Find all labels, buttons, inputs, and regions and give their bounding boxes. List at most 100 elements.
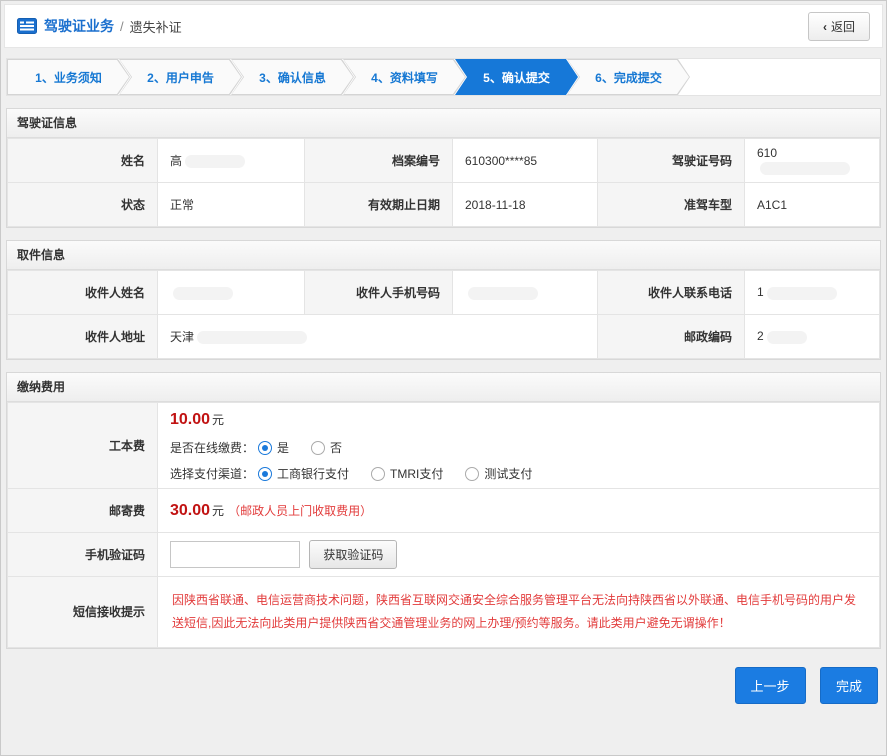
page: 驾驶证业务 / 遗失补证 ‹ 返回 1、业务须知 2、用户申告 3、确认信息 4、… bbox=[0, 0, 887, 756]
value-text: 2018-11-18 bbox=[465, 198, 526, 212]
radio-label: 否 bbox=[330, 439, 342, 456]
sms-notice-text: 因陕西省联通、电信运营商技术问题，陕西省互联网交通安全综合服务管理平台无法向持陕… bbox=[170, 583, 867, 641]
field-label: 收件人联系电话 bbox=[598, 271, 745, 315]
step-user-declare[interactable]: 2、用户申告 bbox=[119, 59, 242, 95]
section-title: 取件信息 bbox=[7, 241, 880, 270]
field-value: 30.00元（邮政人员上门收取费用） bbox=[158, 489, 880, 533]
fees-table: 工本费 10.00元 是否在线缴费： 是 否 选择支付渠道： 工商银行支付 TM… bbox=[7, 402, 880, 648]
field-value: 正常 bbox=[158, 183, 305, 227]
field-value: 高 bbox=[158, 139, 305, 183]
redacted-text bbox=[197, 331, 307, 344]
breadcrumb-separator: / bbox=[120, 19, 124, 34]
value-text: 天津 bbox=[170, 330, 194, 344]
step-label: 1、业务须知 bbox=[8, 60, 129, 94]
step-confirm-info[interactable]: 3、确认信息 bbox=[231, 59, 354, 95]
field-value: 2 bbox=[745, 315, 880, 359]
field-label: 准驾车型 bbox=[598, 183, 745, 227]
radio-online-no[interactable]: 否 bbox=[311, 439, 342, 456]
section-title: 驾驶证信息 bbox=[7, 109, 880, 138]
field-label: 姓名 bbox=[8, 139, 158, 183]
fee-note: （邮政人员上门收取费用） bbox=[228, 504, 372, 518]
table-row: 短信接收提示 因陕西省联通、电信运营商技术问题，陕西省互联网交通安全综合服务管理… bbox=[8, 577, 880, 648]
redacted-text bbox=[185, 155, 245, 168]
finish-button[interactable]: 完成 bbox=[820, 667, 878, 704]
prev-step-button[interactable]: 上一步 bbox=[735, 667, 806, 704]
value-text: 610 bbox=[757, 146, 777, 160]
license-business-icon bbox=[17, 18, 37, 34]
redacted-text bbox=[173, 287, 233, 300]
field-value: 因陕西省联通、电信运营商技术问题，陕西省互联网交通安全综合服务管理平台无法向持陕… bbox=[158, 577, 880, 648]
field-value: A1C1 bbox=[745, 183, 880, 227]
fees-section: 缴纳费用 工本费 10.00元 是否在线缴费： 是 否 选择支付渠道： 工商银行… bbox=[6, 372, 881, 649]
table-row: 收件人地址 天津 邮政编码 2 bbox=[8, 315, 880, 359]
back-button[interactable]: ‹ 返回 bbox=[808, 12, 870, 41]
topbar: 驾驶证业务 / 遗失补证 ‹ 返回 bbox=[4, 4, 883, 48]
radio-icon bbox=[258, 467, 272, 481]
radio-label: 工商银行支付 bbox=[277, 465, 349, 482]
step-label: 3、确认信息 bbox=[232, 60, 353, 94]
sms-code-input[interactable] bbox=[170, 541, 300, 568]
redacted-text bbox=[767, 331, 807, 344]
table-row: 姓名 高 档案编号 610300****85 驾驶证号码 610 bbox=[8, 139, 880, 183]
pickup-info-section: 取件信息 收件人姓名 收件人手机号码 收件人联系电话 1 收件人地址 天津 邮政… bbox=[6, 240, 881, 360]
field-label: 短信接收提示 bbox=[8, 577, 158, 648]
fee-unit: 元 bbox=[212, 413, 224, 427]
footer-actions: 上一步 完成 bbox=[1, 649, 886, 704]
field-value: 2018-11-18 bbox=[453, 183, 598, 227]
radio-channel-tmri[interactable]: TMRI支付 bbox=[371, 465, 443, 482]
fee-amount: 30.00 bbox=[170, 502, 210, 519]
back-label: 返回 bbox=[831, 20, 855, 34]
field-label: 收件人姓名 bbox=[8, 271, 158, 315]
value-text: 高 bbox=[170, 154, 182, 168]
redacted-text bbox=[468, 287, 538, 300]
pay-channel-options: 选择支付渠道： 工商银行支付 TMRI支付 测试支付 bbox=[170, 465, 867, 482]
fee-amount: 10.00 bbox=[170, 411, 210, 428]
field-label: 收件人地址 bbox=[8, 315, 158, 359]
license-table: 姓名 高 档案编号 610300****85 驾驶证号码 610 状态 正常 有… bbox=[7, 138, 880, 227]
step-wizard: 1、业务须知 2、用户申告 3、确认信息 4、资料填写 5、确认提交 6、完成提… bbox=[6, 58, 881, 96]
radio-icon bbox=[258, 441, 272, 455]
table-row: 工本费 10.00元 是否在线缴费： 是 否 选择支付渠道： 工商银行支付 TM… bbox=[8, 403, 880, 489]
step-business-notice[interactable]: 1、业务须知 bbox=[7, 59, 130, 95]
pickup-table: 收件人姓名 收件人手机号码 收件人联系电话 1 收件人地址 天津 邮政编码 2 bbox=[7, 270, 880, 359]
field-value: 天津 bbox=[158, 315, 598, 359]
table-row: 收件人姓名 收件人手机号码 收件人联系电话 1 bbox=[8, 271, 880, 315]
step-confirm-submit[interactable]: 5、确认提交 bbox=[455, 59, 578, 95]
radio-label: 是 bbox=[277, 439, 289, 456]
radio-icon bbox=[311, 441, 325, 455]
pay-channel-question: 选择支付渠道： bbox=[170, 465, 254, 482]
step-finish-submit[interactable]: 6、完成提交 bbox=[567, 59, 690, 95]
field-value bbox=[453, 271, 598, 315]
value-text: A1C1 bbox=[757, 198, 787, 212]
page-title: 驾驶证业务 bbox=[44, 16, 114, 36]
radio-online-yes[interactable]: 是 bbox=[258, 439, 289, 456]
step-label: 5、确认提交 bbox=[456, 60, 577, 94]
field-label: 工本费 bbox=[8, 403, 158, 489]
step-label: 6、完成提交 bbox=[568, 60, 689, 94]
value-text: 2 bbox=[757, 329, 764, 343]
back-chevron-icon: ‹ bbox=[823, 20, 827, 34]
table-row: 状态 正常 有效期止日期 2018-11-18 准驾车型 A1C1 bbox=[8, 183, 880, 227]
field-label: 驾驶证号码 bbox=[598, 139, 745, 183]
get-code-button[interactable]: 获取验证码 bbox=[309, 540, 397, 569]
breadcrumb-current: 遗失补证 bbox=[130, 17, 182, 36]
radio-channel-test[interactable]: 测试支付 bbox=[465, 465, 532, 482]
section-title: 缴纳费用 bbox=[7, 373, 880, 402]
redacted-text bbox=[760, 162, 850, 175]
field-label: 状态 bbox=[8, 183, 158, 227]
field-label: 档案编号 bbox=[305, 139, 453, 183]
step-label: 2、用户申告 bbox=[120, 60, 241, 94]
field-label: 邮政编码 bbox=[598, 315, 745, 359]
redacted-text bbox=[767, 287, 837, 300]
radio-label: 测试支付 bbox=[484, 465, 532, 482]
value-text: 1 bbox=[757, 285, 764, 299]
radio-icon bbox=[465, 467, 479, 481]
field-value: 获取验证码 bbox=[158, 533, 880, 577]
step-fill-materials[interactable]: 4、资料填写 bbox=[343, 59, 466, 95]
field-value: 10.00元 是否在线缴费： 是 否 选择支付渠道： 工商银行支付 TMRI支付… bbox=[158, 403, 880, 489]
radio-channel-icbc[interactable]: 工商银行支付 bbox=[258, 465, 349, 482]
step-label: 4、资料填写 bbox=[344, 60, 465, 94]
field-value: 610 bbox=[745, 139, 880, 183]
field-label: 有效期止日期 bbox=[305, 183, 453, 227]
field-value: 610300****85 bbox=[453, 139, 598, 183]
